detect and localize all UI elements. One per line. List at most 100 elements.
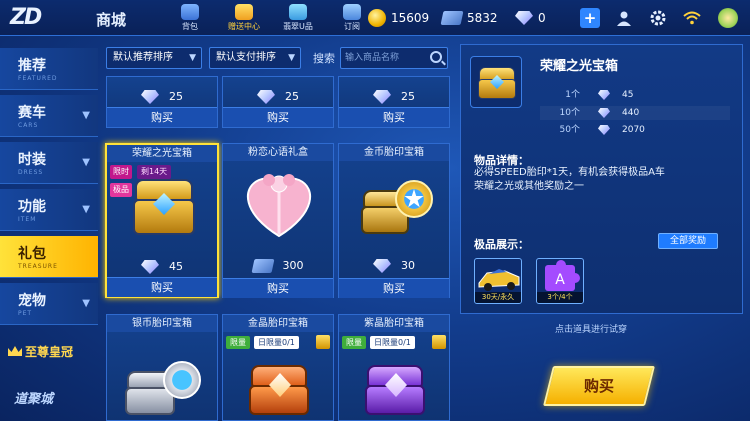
sidebar-item-label: 功能 <box>18 199 46 215</box>
recharge-button[interactable]: + <box>580 8 600 28</box>
card-price: 300 <box>223 258 333 274</box>
voucher-amount: 5832 <box>467 11 498 25</box>
reward-item[interactable]: A 3个/4个 <box>536 258 584 304</box>
coin-amount: 15609 <box>391 11 430 25</box>
card-price: 30 <box>339 258 449 274</box>
sidebar-item-label: 宠物 <box>18 293 46 309</box>
search-input[interactable] <box>345 50 427 66</box>
race-car-icon <box>478 269 520 291</box>
tab-gift-center-label: 赠送中心 <box>228 22 260 31</box>
tab-bag[interactable]: 背包 <box>168 2 212 34</box>
search-box <box>340 47 448 69</box>
top-nav: 背包 赠送中心 翡翠U品 订阅 <box>168 2 374 34</box>
settings-gear-icon[interactable] <box>648 8 668 28</box>
sidebar-item-featured[interactable]: 推荐 FEATURED <box>0 48 98 90</box>
gold-coin-chest-image <box>349 166 441 242</box>
product-card[interactable]: 粉恋心语礼盒 300 购买 <box>222 143 334 298</box>
buy-button[interactable]: 购买 <box>339 278 449 298</box>
product-card[interactable]: 银币胎印宝箱 <box>106 314 218 421</box>
purchase-button[interactable]: 购买 <box>543 366 655 406</box>
days-left-tag: 剩14天 <box>137 165 172 179</box>
sidebar-item-pet[interactable]: 宠物 PET ▼ <box>0 283 98 325</box>
daojucheng-link[interactable]: 道聚城 <box>14 388 53 407</box>
card-price: 25 <box>107 89 217 105</box>
all-rewards-button[interactable]: 全部奖励 <box>658 233 718 249</box>
chevron-down-icon: ▼ <box>82 204 90 215</box>
card-name: 银币胎印宝箱 <box>107 315 217 332</box>
product-card[interactable]: 紫晶胎印宝箱 限量 日限量0/1 <box>338 314 450 421</box>
sidebar-item-label: 礼包 <box>18 246 46 262</box>
chevron-down-icon: ▼ <box>82 110 90 121</box>
buy-button[interactable]: 购买 <box>223 107 333 127</box>
sort-pay-dropdown[interactable]: 默认支付排序 ▼ <box>209 47 301 69</box>
product-card[interactable]: 金币胎印宝箱 30 购买 <box>338 143 450 298</box>
tab-bag-label: 背包 <box>182 22 198 31</box>
daily-limit-tag: 日限量0/1 <box>254 336 299 349</box>
sidebar-item-gift-pack[interactable]: 礼包 TREASURE <box>0 236 98 278</box>
product-card-selected[interactable]: 荣耀之光宝箱 限时 剩14天 极品 45 购买 <box>105 143 219 298</box>
price-tier-row[interactable]: 50个 2070 <box>540 123 730 137</box>
avatar[interactable] <box>718 8 738 28</box>
product-card[interactable]: 金晶胎印宝箱 限量 日限量0/1 <box>222 314 334 421</box>
sort-recommend-value: 默认推荐排序 <box>113 52 173 63</box>
page-title: 商城 <box>96 11 127 29</box>
crown-icon <box>8 346 22 356</box>
sort-pay-value: 默认支付排序 <box>216 52 276 63</box>
sort-recommend-dropdown[interactable]: 默认推荐排序 ▼ <box>106 47 202 69</box>
category-sidebar: 推荐 FEATURED 赛车 CARS ▼ 时装 DRESS ▼ 功能 ITEM… <box>0 38 98 421</box>
try-on-hint: 点击道具进行试穿 <box>555 325 628 335</box>
card-price: 25 <box>339 89 449 105</box>
card-name: 粉恋心语礼盒 <box>223 144 333 161</box>
gem-amount: 0 <box>538 11 546 25</box>
buy-button[interactable]: 购买 <box>339 107 449 127</box>
gem-icon <box>598 125 610 135</box>
product-card[interactable]: 25 购买 <box>222 76 334 128</box>
gold-crystal-chest-image <box>233 355 325 421</box>
gem-icon <box>598 90 610 100</box>
price-tier-row[interactable]: 10个 440 <box>540 106 730 120</box>
vip-badge-icon <box>316 335 330 349</box>
voucher-icon <box>440 11 464 25</box>
chevron-down-icon: ▼ <box>82 298 90 309</box>
card-price-value: 30 <box>401 259 415 272</box>
gem-balance: 0 <box>515 8 546 28</box>
supreme-crown-link[interactable]: 至尊皇冠 <box>8 343 96 363</box>
buy-button[interactable]: 购买 <box>107 277 217 297</box>
price-tier-value: 45 <box>622 90 634 100</box>
gift-center-icon <box>235 4 253 20</box>
card-price-value: 45 <box>169 260 183 273</box>
svg-text:A: A <box>555 272 565 288</box>
top-bar: ZD 商城 背包 赠送中心 翡翠U品 订阅 15609 5832 0 + <box>0 0 750 36</box>
wifi-icon <box>682 8 702 28</box>
vip-badge-icon <box>432 335 446 349</box>
friends-icon[interactable] <box>614 8 634 28</box>
puzzle-piece-icon: A <box>545 260 580 291</box>
card-name: 荣耀之光宝箱 <box>107 145 217 162</box>
card-name: 金晶胎印宝箱 <box>223 315 333 332</box>
reward-item[interactable]: 30天/永久 <box>474 258 522 304</box>
price-tier-row[interactable]: 1个 45 <box>540 88 730 102</box>
tab-gift-center[interactable]: 赠送中心 <box>222 2 266 34</box>
product-card[interactable]: 25 购买 <box>338 76 450 128</box>
tab-u-shop[interactable]: 翡翠U品 <box>276 2 320 34</box>
price-tier-qty: 10个 <box>559 108 580 118</box>
buy-button[interactable]: 购买 <box>223 278 333 298</box>
reward-caption: 30天/永久 <box>475 292 521 303</box>
sidebar-item-sub: CARS <box>18 122 39 129</box>
product-card[interactable]: 25 购买 <box>106 76 218 128</box>
buy-button[interactable]: 购买 <box>107 107 217 127</box>
sidebar-item-label: 推荐 <box>18 58 46 74</box>
sidebar-item-dress[interactable]: 时装 DRESS ▼ <box>0 142 98 184</box>
voucher-icon <box>251 259 274 273</box>
purple-crystal-chest-image <box>349 355 441 421</box>
search-icon[interactable] <box>430 51 442 63</box>
card-name: 金币胎印宝箱 <box>339 144 449 161</box>
daily-limit-tag: 日限量0/1 <box>370 336 415 349</box>
detail-item-thumbnail <box>470 56 522 108</box>
sidebar-item-function[interactable]: 功能 ITEM ▼ <box>0 189 98 231</box>
card-price-value: 25 <box>169 90 183 103</box>
sidebar-item-sub: ITEM <box>18 216 37 223</box>
showcase-heading: 极品展示： <box>474 238 529 251</box>
sidebar-item-sub: DRESS <box>18 169 44 176</box>
sidebar-item-cars[interactable]: 赛车 CARS ▼ <box>0 95 98 137</box>
